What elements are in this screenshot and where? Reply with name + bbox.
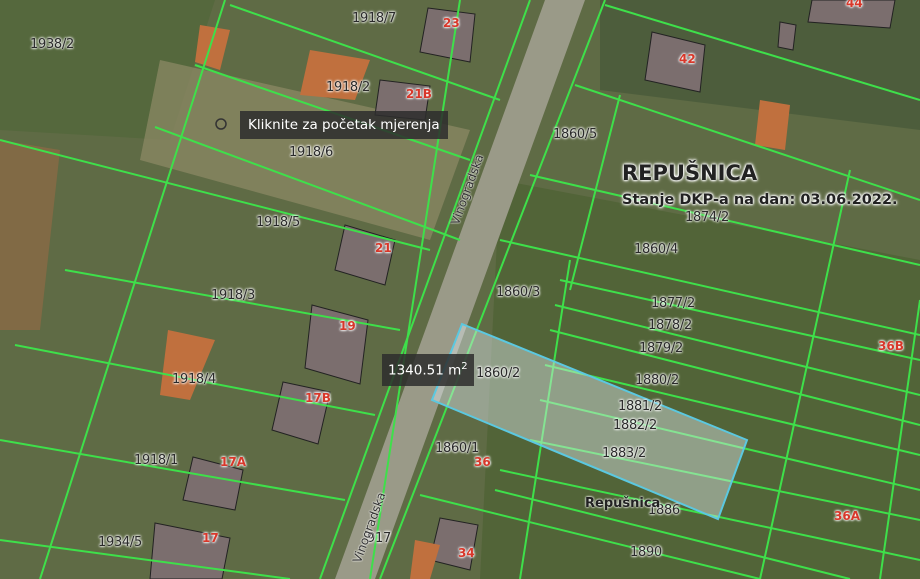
house-number: 17B (305, 391, 331, 405)
parcel-label: 1918/2 (326, 80, 370, 95)
dkp-status-date: Stanje DKP-a na dan: 03.06.2022. (622, 192, 898, 208)
house-number: 21B (406, 87, 432, 101)
parcel-label: 1934/5 (98, 535, 142, 550)
parcel-label: 1918/7 (352, 11, 396, 26)
house-number: 36B (878, 339, 904, 353)
cadastral-map[interactable] (0, 0, 920, 579)
house-number: 42 (679, 52, 696, 66)
parcel-label: 1881/2 (618, 399, 662, 414)
parcel-label: 1860/1 (435, 441, 479, 456)
parcel-label: 1879/2 (639, 341, 683, 356)
parcel-label: 1860/5 (553, 127, 597, 142)
street-label: Repušnica (585, 496, 661, 511)
measured-area-unit-exponent: 2 (461, 361, 468, 372)
house-number: 44 (846, 0, 863, 10)
measured-area-tooltip: 1340.51 m2 (382, 354, 474, 386)
parcel-label: 1877/2 (651, 296, 695, 311)
parcel-label: 1880/2 (635, 373, 679, 388)
house-number: 36A (834, 509, 860, 523)
measure-hint-tooltip: Kliknite za početak mjerenja (240, 111, 448, 139)
parcel-label: 1878/2 (648, 318, 692, 333)
parcel-label: 1874/2 (685, 210, 729, 225)
parcel-label: 1860/2 (476, 366, 520, 381)
house-number: 34 (458, 546, 475, 560)
parcel-label: 1883/2 (602, 446, 646, 461)
house-number: 36 (474, 455, 491, 469)
parcel-label: 1918/1 (134, 453, 178, 468)
parcel-label: 1882/2 (613, 418, 657, 433)
parcel-label: 1890 (630, 545, 662, 560)
parcel-label: 1860/4 (634, 242, 678, 257)
parcel-label: 1918/3 (211, 288, 255, 303)
parcel-label: 1918/5 (256, 215, 300, 230)
parcel-label: 1860/3 (496, 285, 540, 300)
parcel-label: 1918/6 (289, 145, 333, 160)
area-title: REPUŠNICA (622, 161, 758, 185)
house-number: 19 (339, 319, 356, 333)
house-number: 23 (443, 16, 460, 30)
parcel-label: 1938/2 (30, 37, 74, 52)
measured-area-value: 1340.51 m (388, 362, 462, 379)
house-number: 17A (220, 455, 246, 469)
parcel-label: 1918/4 (172, 372, 216, 387)
house-number: 17 (202, 531, 219, 545)
house-number: 21 (375, 241, 392, 255)
